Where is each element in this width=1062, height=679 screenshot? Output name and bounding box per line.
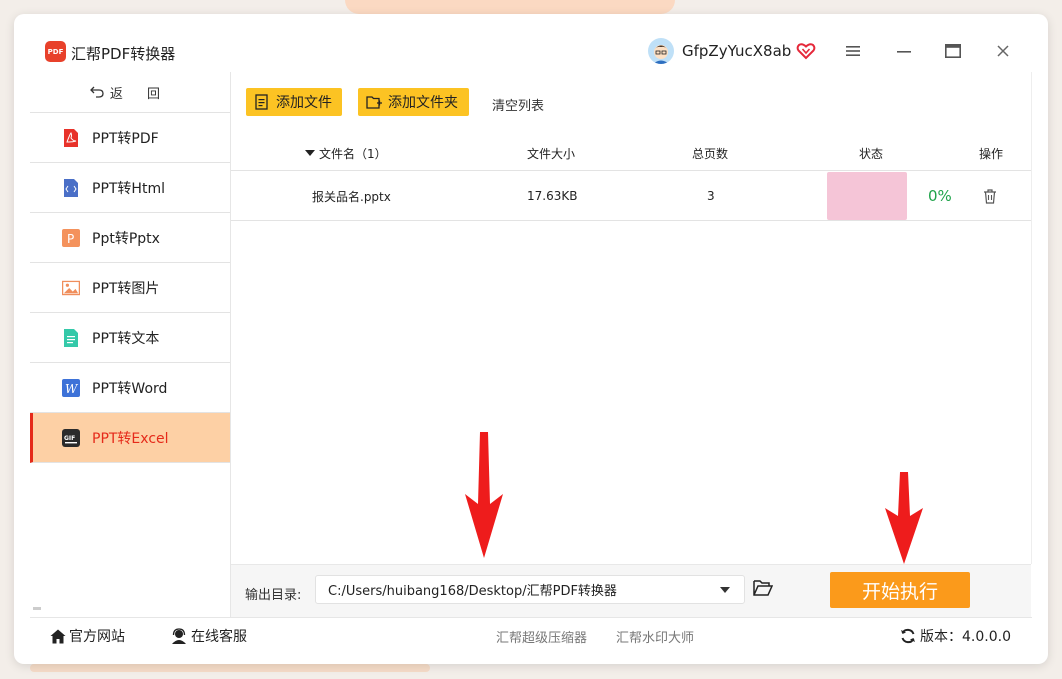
excel-icon: GIF bbox=[62, 428, 80, 447]
chevron-down-icon bbox=[720, 587, 730, 593]
progress-bar bbox=[827, 172, 907, 220]
sidebar-item-ppt-to-excel[interactable]: GIF PPT转Excel bbox=[30, 413, 230, 463]
sidebar-item-label: PPT转PDF bbox=[92, 130, 159, 147]
back-label: 返 回 bbox=[109, 86, 171, 102]
online-support-link[interactable]: 在线客服 bbox=[171, 618, 247, 654]
annotation-arrow-icon bbox=[465, 432, 503, 558]
svg-text:P: P bbox=[67, 232, 74, 246]
start-button[interactable]: 开始执行 bbox=[830, 572, 970, 608]
version-info[interactable]: 版本：4.0.0.0 bbox=[900, 618, 1011, 654]
table-header: 文件名（1） 文件大小 总页数 状态 操作 bbox=[231, 136, 1031, 171]
back-button[interactable]: 返 回 bbox=[30, 72, 230, 113]
file-name: 报关品名.pptx bbox=[312, 189, 391, 204]
app-window: PDF 汇帮PDF转换器 GfpZyYucX8ab 返 回 PPT转PDF PP… bbox=[14, 14, 1048, 664]
sort-desc-icon bbox=[305, 150, 315, 156]
background-glow bbox=[345, 0, 675, 14]
vip-heart-icon[interactable] bbox=[796, 41, 816, 61]
pdf-icon bbox=[62, 128, 80, 147]
file-size: 17.63KB bbox=[527, 189, 578, 203]
column-header-size: 文件大小 bbox=[527, 146, 576, 161]
sidebar: 返 回 PPT转PDF PPT转Html P Ppt转Pptx PPT转图片 P… bbox=[30, 72, 231, 618]
sidebar-item-label: PPT转文本 bbox=[92, 330, 160, 347]
sidebar-item-ppt-to-pdf[interactable]: PPT转PDF bbox=[30, 113, 230, 163]
table-row[interactable]: 报关品名.pptx 17.63KB 3 0% bbox=[231, 172, 1031, 221]
output-bar: 输出目录: C:/Users/huibang168/Desktop/汇帮PDF转… bbox=[231, 564, 1031, 617]
trash-icon bbox=[984, 188, 996, 204]
compressor-link[interactable]: 汇帮超级压缩器 bbox=[496, 618, 587, 654]
word-icon: W bbox=[62, 378, 80, 397]
progress-percent: 0% bbox=[928, 187, 952, 205]
close-icon[interactable] bbox=[990, 38, 1016, 64]
minimize-icon[interactable] bbox=[891, 38, 917, 64]
clear-list-button[interactable]: 清空列表 bbox=[492, 95, 544, 114]
add-folder-icon bbox=[366, 96, 382, 109]
add-folder-label: 添加文件夹 bbox=[388, 95, 458, 111]
delete-button[interactable] bbox=[983, 172, 997, 220]
column-header-action: 操作 bbox=[979, 146, 1004, 161]
sidebar-item-label: PPT转Word bbox=[92, 380, 168, 397]
sidebar-item-label: PPT转Html bbox=[92, 180, 165, 197]
output-label: 输出目录: bbox=[245, 588, 302, 603]
add-file-icon bbox=[255, 94, 268, 110]
output-path-value: C:/Users/huibang168/Desktop/汇帮PDF转换器 bbox=[328, 584, 617, 599]
maximize-icon[interactable] bbox=[940, 38, 966, 64]
html-file-icon bbox=[62, 178, 80, 197]
add-file-button[interactable]: 添加文件 bbox=[246, 88, 342, 116]
avatar[interactable] bbox=[648, 38, 674, 64]
sidebar-item-label: Ppt转Pptx bbox=[92, 230, 160, 247]
app-title: 汇帮PDF转换器 bbox=[71, 45, 176, 63]
column-header-name[interactable]: 文件名（1） bbox=[305, 136, 387, 170]
back-icon bbox=[90, 86, 104, 98]
sidebar-item-ppt-to-text[interactable]: PPT转文本 bbox=[30, 313, 230, 363]
watermark-link[interactable]: 汇帮水印大师 bbox=[616, 618, 694, 654]
sidebar-item-ppt-to-image[interactable]: PPT转图片 bbox=[30, 263, 230, 313]
username[interactable]: GfpZyYucX8ab bbox=[682, 42, 791, 60]
background-shadow bbox=[30, 664, 430, 672]
add-file-label: 添加文件 bbox=[276, 95, 332, 111]
sidebar-item-ppt-to-pptx[interactable]: P Ppt转Pptx bbox=[30, 213, 230, 263]
add-folder-button[interactable]: 添加文件夹 bbox=[358, 88, 469, 116]
folder-open-icon[interactable] bbox=[753, 579, 774, 597]
output-path-select[interactable]: C:/Users/huibang168/Desktop/汇帮PDF转换器 bbox=[315, 575, 745, 604]
sidebar-item-ppt-to-word[interactable]: W PPT转Word bbox=[30, 363, 230, 413]
sidebar-item-ppt-to-html[interactable]: PPT转Html bbox=[30, 163, 230, 213]
annotation-arrow-icon bbox=[885, 472, 923, 564]
footer: 官方网站 在线客服 汇帮超级压缩器 汇帮水印大师 版本：4.0.0.0 bbox=[30, 617, 1032, 654]
sidebar-scrollbar[interactable] bbox=[33, 607, 41, 610]
pptx-icon: P bbox=[62, 228, 80, 247]
sidebar-item-label: PPT转Excel bbox=[92, 430, 169, 447]
headset-icon bbox=[172, 628, 186, 644]
home-icon bbox=[50, 629, 66, 643]
text-file-icon bbox=[62, 328, 80, 347]
title-bar: PDF 汇帮PDF转换器 GfpZyYucX8ab bbox=[14, 14, 1048, 72]
sidebar-item-label: PPT转图片 bbox=[92, 280, 160, 297]
refresh-icon bbox=[901, 628, 915, 644]
image-icon bbox=[62, 279, 80, 297]
official-website-link[interactable]: 官方网站 bbox=[50, 618, 125, 654]
column-header-status: 状态 bbox=[859, 146, 884, 161]
column-header-pages: 总页数 bbox=[692, 146, 729, 161]
page-count: 3 bbox=[707, 189, 715, 203]
svg-text:GIF: GIF bbox=[64, 435, 75, 442]
svg-text:W: W bbox=[65, 382, 79, 396]
app-logo-icon: PDF bbox=[45, 41, 66, 62]
menu-icon[interactable] bbox=[840, 38, 866, 64]
